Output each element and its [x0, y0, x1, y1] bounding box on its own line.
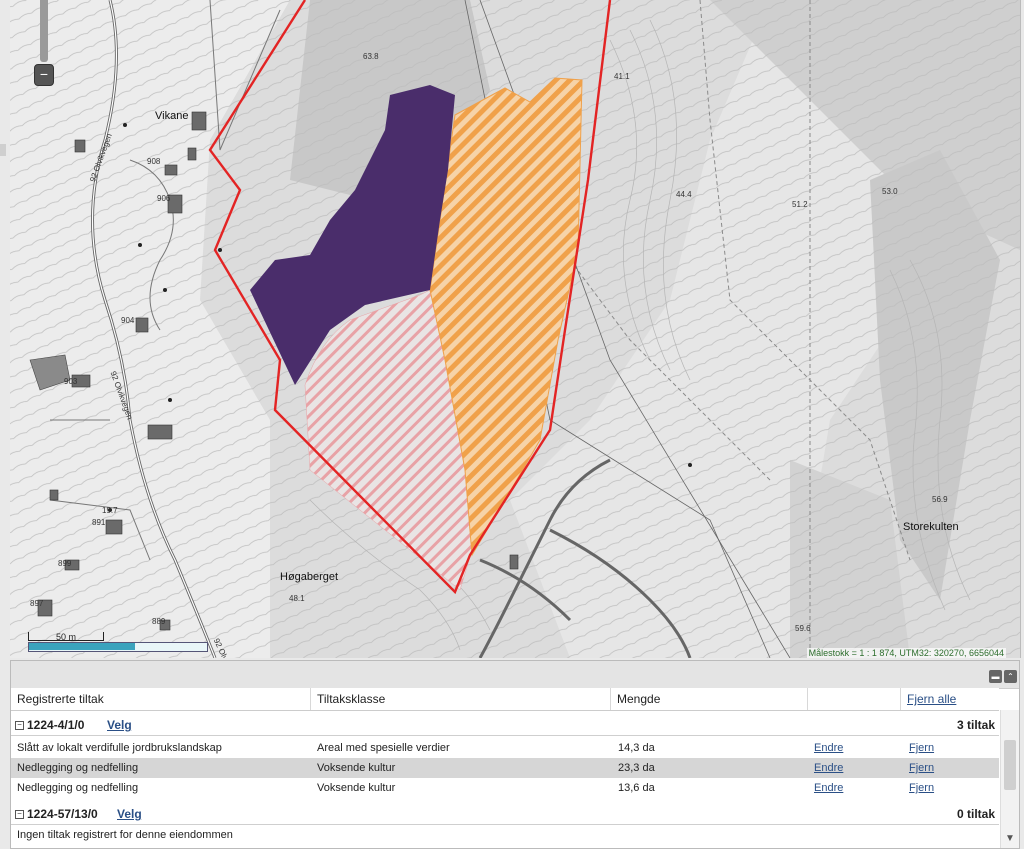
cell-klasse: Areal med spesielle verdier — [317, 742, 450, 754]
edge-handle[interactable] — [0, 144, 6, 156]
property-group-header: − 1224-57/13/0 Velg 0 tiltak — [11, 804, 999, 825]
cell-tiltak: Nedlegging og nedfelling — [17, 782, 139, 794]
measure-count: 3 tiltak — [956, 718, 995, 732]
select-property-link[interactable]: Velg — [107, 718, 132, 732]
remove-all-link[interactable]: Fjern alle — [907, 692, 956, 706]
map-view[interactable]: Vikane Høgaberget Storekulten 63.8 41.1 … — [10, 0, 1021, 658]
spot-height-label: 59.6 — [795, 624, 811, 633]
remove-link[interactable]: Fjern — [909, 782, 934, 794]
property-group-header: − 1224-4/1/0 Velg 3 tiltak — [11, 715, 999, 736]
collapse-icon[interactable]: − — [15, 810, 24, 819]
place-label-storekulten: Storekulten — [903, 521, 959, 533]
edit-link[interactable]: Endre — [814, 762, 843, 774]
col-registrerte-tiltak: Registrerte tiltak — [11, 688, 311, 710]
building-number: 897 — [30, 599, 44, 608]
measures-panel: ▬ ⌃ Registrerte tiltak Tiltaksklasse Men… — [10, 660, 1020, 849]
building-number: 899 — [58, 559, 72, 568]
scroll-down-icon[interactable]: ▼ — [1005, 833, 1015, 844]
zoom-slider-track[interactable] — [40, 0, 48, 62]
spot-height-label: 44.4 — [676, 190, 692, 199]
scale-bar-fill — [29, 643, 135, 650]
scale-info: Målestokk = 1 : 1 874, UTM32: 320270, 66… — [806, 648, 1006, 658]
empty-message: Ingen tiltak registrert for denne eiendo… — [17, 829, 233, 841]
table-row[interactable]: Nedlegging og nedfelling Voksende kultur… — [11, 778, 999, 798]
measure-count: 0 tiltak — [956, 807, 995, 821]
building-number: 906 — [157, 194, 171, 203]
table-header: Registrerte tiltak Tiltaksklasse Mengde … — [11, 688, 999, 711]
edit-link[interactable]: Endre — [814, 742, 843, 754]
col-fjern-alle: Fjern alle — [901, 688, 999, 710]
cell-tiltak: Nedlegging og nedfelling — [17, 762, 139, 774]
spot-height-label: 56.9 — [932, 495, 948, 504]
col-tiltaksklasse: Tiltaksklasse — [311, 688, 611, 710]
building-number: 891 — [92, 518, 106, 527]
building-number: 908 — [147, 157, 161, 166]
scale-label: 50 m — [56, 632, 77, 642]
scale-bar: 50 m — [28, 632, 208, 652]
cell-klasse: Voksende kultur — [317, 782, 396, 794]
cell-klasse: Voksende kultur — [317, 762, 396, 774]
cell-mengde: 13,6 da — [618, 782, 655, 794]
scrollbar-thumb[interactable] — [1004, 740, 1016, 790]
select-property-link[interactable]: Velg — [117, 807, 142, 821]
cell-mengde: 23,3 da — [618, 762, 655, 774]
vertical-scrollbar[interactable]: ▼ — [1000, 710, 1019, 848]
building-number: 889 — [152, 617, 166, 626]
zoom-control[interactable]: − — [34, 0, 54, 88]
spot-height-label: 63.8 — [363, 52, 379, 61]
table-row[interactable]: Nedlegging og nedfelling Voksende kultur… — [11, 758, 999, 778]
spot-height-label: 51.2 — [792, 200, 808, 209]
place-label-vikane: Vikane — [155, 110, 189, 122]
panel-toolbar: ▬ ⌃ — [11, 661, 1019, 689]
collapse-icon[interactable]: − — [15, 721, 24, 730]
building-number: 904 — [121, 316, 135, 325]
map-canvas[interactable] — [10, 0, 1020, 658]
remove-link[interactable]: Fjern — [909, 762, 934, 774]
collapse-up-icon[interactable]: ⌃ — [1004, 670, 1017, 683]
edit-link[interactable]: Endre — [814, 782, 843, 794]
zoom-out-button[interactable]: − — [34, 64, 54, 86]
cell-tiltak: Slått av lokalt verdifulle jordbruksland… — [17, 742, 222, 754]
spot-height-label: 48.1 — [289, 594, 305, 603]
building-number: 903 — [64, 377, 78, 386]
place-label-hogaberget: Høgaberget — [280, 571, 339, 583]
spot-height-label: 19.7 — [102, 506, 118, 515]
minimize-icon[interactable]: ▬ — [989, 670, 1002, 683]
spot-height-label: 41.1 — [614, 72, 630, 81]
property-id: 1224-4/1/0 — [27, 718, 85, 732]
property-id: 1224-57/13/0 — [27, 807, 98, 821]
col-mengde: Mengde — [611, 688, 808, 710]
cell-mengde: 14,3 da — [618, 742, 655, 754]
remove-link[interactable]: Fjern — [909, 742, 934, 754]
table-row[interactable]: Slått av lokalt verdifulle jordbruksland… — [11, 738, 999, 758]
spot-height-label: 53.0 — [882, 187, 898, 196]
left-edge-strip — [0, 0, 10, 849]
col-empty — [808, 688, 901, 710]
